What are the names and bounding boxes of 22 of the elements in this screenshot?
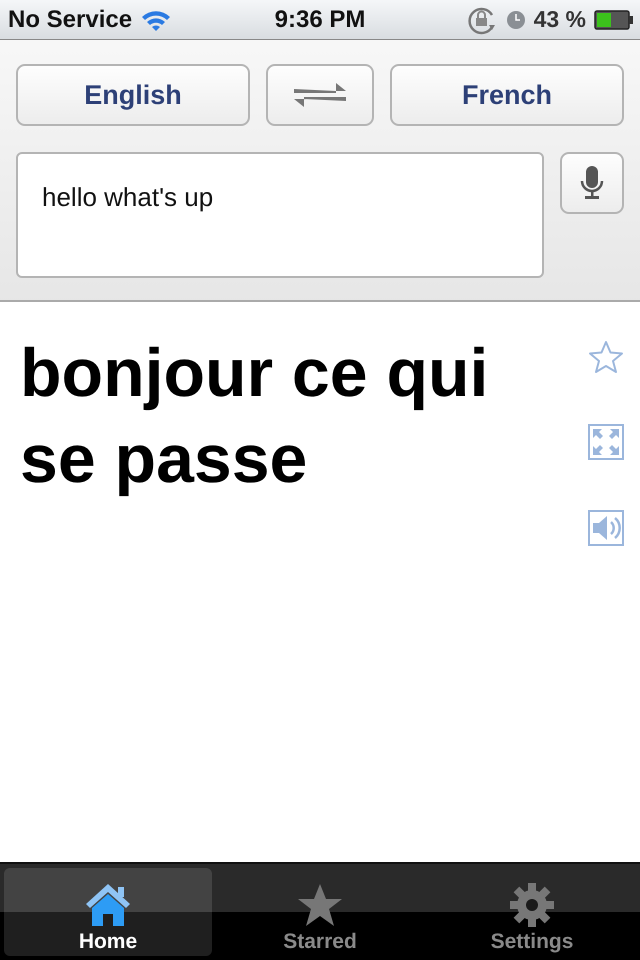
clock-text: 9:36 PM <box>274 6 366 34</box>
battery-icon <box>594 8 634 30</box>
clock-icon <box>506 10 526 30</box>
microphone-button[interactable] <box>560 152 624 214</box>
source-language-button[interactable]: English <box>16 64 250 126</box>
translation-text: bonjour ce qui se passe <box>20 334 490 499</box>
star-icon <box>296 882 344 928</box>
gear-icon <box>508 882 556 928</box>
tab[interactable]: Settings <box>428 868 636 956</box>
tab[interactable]: Home <box>4 868 212 956</box>
battery-percentage: 43 % <box>534 6 586 33</box>
rotation-lock-icon <box>466 4 498 34</box>
swap-arrows-icon <box>292 81 348 109</box>
carrier-text: No Service <box>8 6 132 34</box>
swap-languages-button[interactable] <box>266 64 374 126</box>
speaker-icon[interactable] <box>588 510 624 546</box>
input-field[interactable]: hello what's up <box>16 152 544 278</box>
microphone-icon <box>580 165 604 201</box>
tab[interactable]: Starred <box>216 868 424 956</box>
fullscreen-icon[interactable] <box>588 424 624 460</box>
star-icon[interactable] <box>588 340 624 374</box>
target-language-button[interactable]: French <box>390 64 624 126</box>
